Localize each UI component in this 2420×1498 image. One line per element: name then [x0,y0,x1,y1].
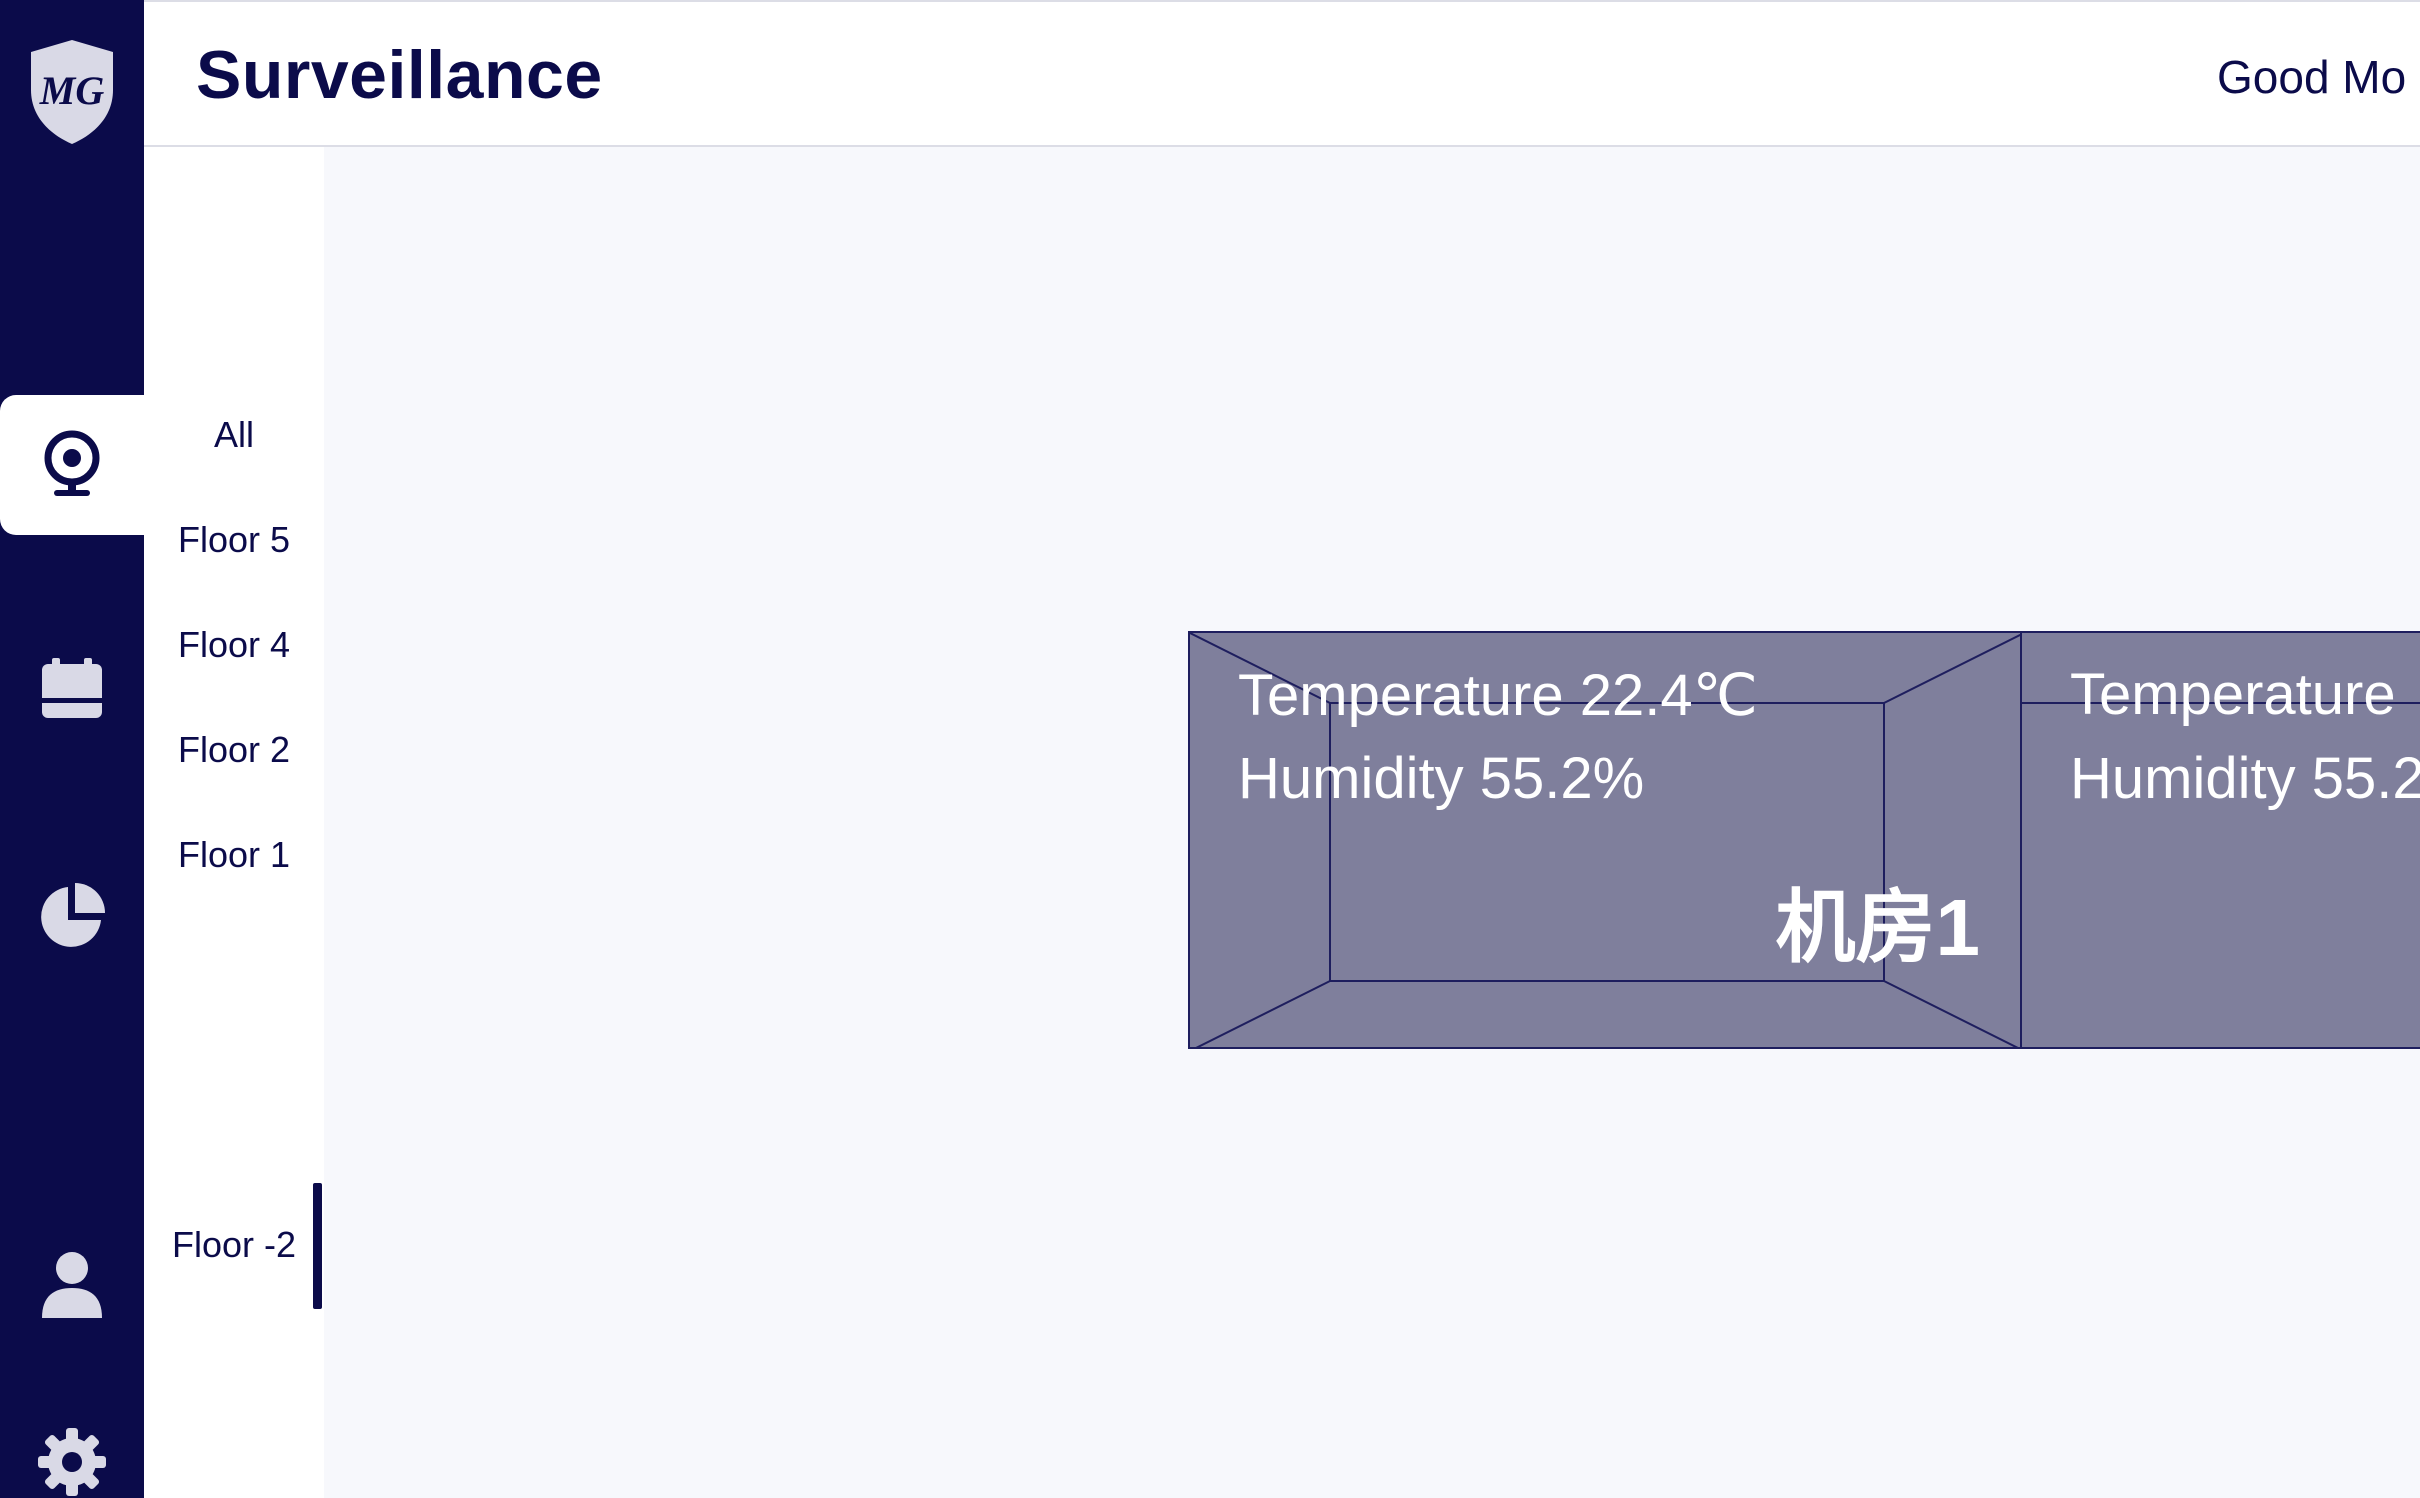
floor-item-4[interactable]: Floor 4 [144,585,324,705]
top-header: Surveillance Good Mo [144,0,2420,147]
nav-item-settings[interactable] [0,1392,144,1498]
floor-selector: All Floor 5 Floor 4 Floor 2 Floor 1 Floo… [144,147,324,1498]
pie-chart-icon [41,883,105,947]
room-temperature: Temperature [2070,662,2396,727]
nav-item-surveillance[interactable] [0,395,144,535]
floor-item-2[interactable]: Floor 2 [144,690,324,810]
nav-rail: MG [0,0,144,1498]
app-window: MG Surveillance Good Mo All Floor 5 Floo… [0,0,2420,1498]
calendar-icon [42,658,102,718]
nav-item-statistics[interactable] [0,846,144,986]
nav-item-schedule[interactable] [0,620,144,760]
room-card[interactable]: Temperature Humidity 55.2 [2020,631,2420,1049]
page-title: Surveillance [196,37,603,113]
room-name: 机房1 [1775,883,1981,972]
gear-icon [38,1428,106,1496]
nav-item-user[interactable] [0,1215,144,1355]
floor-item-minus-2[interactable]: Floor -2 [144,1183,324,1309]
user-icon [42,1252,102,1318]
greeting-text: Good Mo [2217,51,2407,103]
mg-shield-logo: MG [27,38,117,146]
floor-plan-canvas: Temperature 22.4℃ Humidity 55.2% 机房1 Tem… [324,147,2420,1498]
floor-item-5[interactable]: Floor 5 [144,480,324,600]
room-humidity: Humidity 55.2% [1238,746,1645,811]
floor-item-all[interactable]: All [144,375,324,495]
svg-text:MG: MG [39,68,105,113]
room-temperature: Temperature 22.4℃ [1238,663,1758,728]
room-card[interactable]: Temperature 22.4℃ Humidity 55.2% 机房1 [1188,631,2022,1049]
floor-item-1[interactable]: Floor 1 [144,795,324,915]
webcam-icon [44,430,100,496]
room-humidity: Humidity 55.2 [2070,746,2420,811]
